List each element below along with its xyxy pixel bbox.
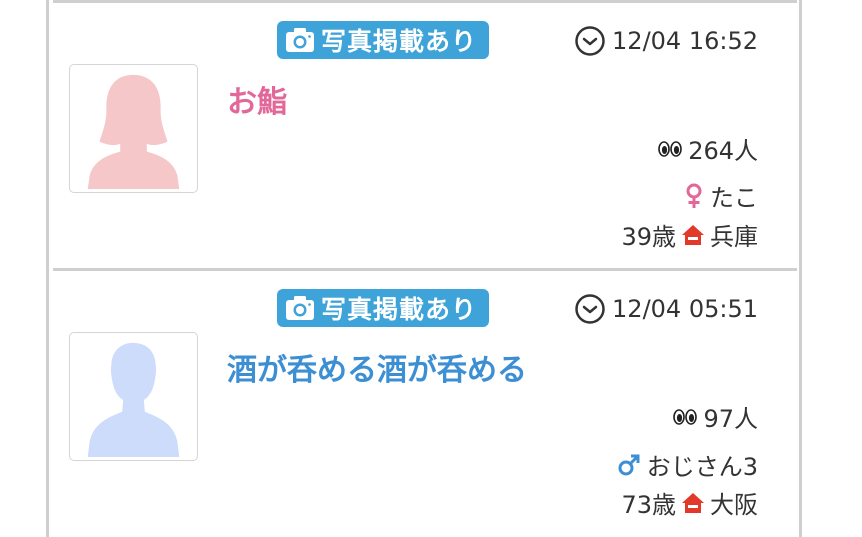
female-silhouette-icon [87, 74, 180, 190]
photo-badge-label: 写真掲載あり [321, 27, 478, 56]
post-item[interactable]: 写真掲載あり 12/04 05:51 酒が呑める酒が呑める 97人 おじさん3 … [53, 271, 797, 537]
poster-name-text: おじさん3 [646, 453, 758, 481]
post-title[interactable]: 酒が呑める酒が呑める [227, 345, 527, 389]
poster-info: 73歳 大阪 [621, 485, 758, 520]
male-symbol-icon [618, 454, 640, 475]
poster-name-text: たこ [710, 184, 758, 212]
view-count-text: 97人 [703, 405, 758, 433]
view-count-text: 264人 [688, 137, 758, 165]
avatar [69, 332, 198, 461]
camera-icon [286, 28, 314, 52]
post-time-text: 12/04 05:51 [612, 295, 758, 323]
post-title[interactable]: お鮨 [227, 77, 287, 121]
post-time-text: 12/04 16:52 [612, 27, 758, 55]
poster-age: 39歳 [621, 223, 676, 251]
view-count: 264人 [658, 131, 758, 166]
home-icon [682, 492, 704, 513]
photo-badge: 写真掲載あり [277, 289, 490, 327]
post-time: 12/04 05:51 [574, 293, 758, 325]
poster-area: 兵庫 [710, 223, 758, 251]
poster-name: おじさん3 [617, 447, 758, 482]
post-item[interactable]: 写真掲載あり 12/04 16:52 お鮨 264人 たこ 39歳 兵庫 [53, 3, 797, 269]
avatar [69, 64, 198, 193]
eyes-icon [673, 408, 698, 425]
post-time: 12/04 16:52 [574, 25, 758, 57]
poster-info: 39歳 兵庫 [621, 217, 758, 252]
clock-icon [575, 294, 605, 324]
female-symbol-icon [686, 183, 702, 208]
camera-icon [286, 296, 314, 320]
photo-badge: 写真掲載あり [277, 21, 490, 59]
clock-icon [575, 26, 605, 56]
view-count: 97人 [673, 399, 758, 434]
home-icon [682, 224, 704, 245]
poster-area: 大阪 [710, 491, 758, 519]
male-silhouette-icon [87, 342, 180, 458]
eyes-icon [658, 140, 682, 157]
photo-badge-label: 写真掲載あり [321, 295, 478, 324]
poster-name: たこ [684, 178, 758, 213]
poster-age: 73歳 [621, 491, 676, 519]
